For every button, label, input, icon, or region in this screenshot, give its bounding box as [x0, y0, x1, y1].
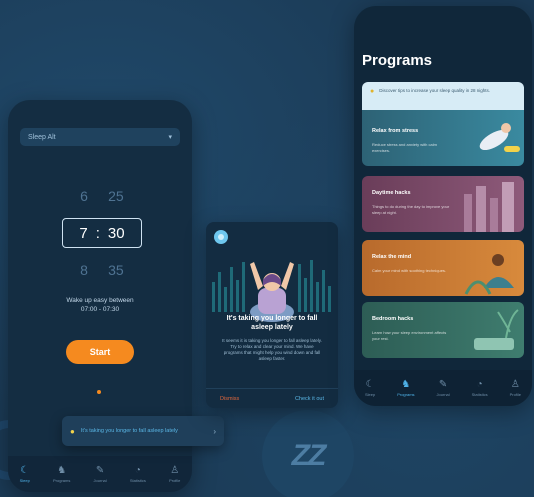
- time-separator: :: [95, 224, 100, 242]
- tab-statistics[interactable]: ◔ Statistics: [130, 464, 146, 483]
- runner-icon: ♞: [57, 464, 67, 476]
- tab-bar: ☾ Sleep ♞ Programs ✎ Journal ◔ Statistic…: [354, 370, 532, 406]
- minute-option[interactable]: 35: [102, 262, 130, 278]
- chevron-right-icon: ›: [213, 426, 216, 436]
- program-card-relax-the-mind[interactable]: Relax the mind Calm your mind with sooth…: [362, 240, 524, 296]
- program-desc: Reduce stress and anxiety with calm exer…: [372, 142, 437, 153]
- tab-journal[interactable]: ✎ Journal: [437, 378, 450, 397]
- journal-icon: ✎: [95, 464, 105, 476]
- insight-body: It seems it is taking you longer to fall…: [222, 338, 322, 361]
- tab-journal[interactable]: ✎ Journal: [94, 464, 107, 483]
- tab-statistics[interactable]: ◔ Statistics: [472, 378, 488, 397]
- time-row-below: 8 35: [8, 262, 192, 278]
- wake-window-text: Wake up easy between 07:00 - 07:30: [8, 296, 192, 314]
- program-title: Relax from stress: [372, 128, 419, 134]
- insight-title: It's taking you longer to fall asleep la…: [226, 315, 318, 331]
- program-card-bedroom-hacks[interactable]: Bedroom hacks Learn how your sleep envir…: [362, 302, 524, 358]
- program-title: Daytime hacks: [372, 190, 411, 196]
- sleep-insight-card: It's taking you longer to fall asleep la…: [206, 222, 338, 408]
- program-title: Bedroom hacks: [372, 316, 414, 322]
- dismiss-button[interactable]: Dismiss: [220, 396, 239, 402]
- tab-sleep[interactable]: ☾ Sleep: [365, 378, 375, 397]
- tab-sleep[interactable]: ☾ Sleep: [20, 464, 30, 483]
- programs-info-banner: ● Discover tips to increase your sleep q…: [362, 82, 524, 110]
- lightbulb-icon: ●: [70, 426, 75, 436]
- tab-programs[interactable]: ♞ Programs: [53, 464, 70, 483]
- minute-option[interactable]: 25: [102, 188, 130, 204]
- chart-icon: ◔: [476, 378, 483, 390]
- sleep-mode-select[interactable]: Sleep Alt ▾: [20, 128, 180, 146]
- bedroom-plant-illustration: [474, 309, 519, 350]
- notification-badge-icon: [214, 230, 228, 244]
- time-picker-selected[interactable]: 7 : 30: [62, 218, 142, 248]
- tab-profile[interactable]: ♙ Profile: [169, 464, 180, 483]
- chevron-down-icon: ▾: [168, 134, 172, 141]
- start-button[interactable]: Start: [66, 340, 134, 364]
- runner-icon: ♞: [401, 378, 411, 390]
- hour-option[interactable]: 8: [70, 262, 98, 278]
- profile-icon: ♙: [510, 378, 520, 390]
- check-it-out-button[interactable]: Check it out: [295, 396, 324, 402]
- program-desc: Things to do during the day to improve y…: [372, 204, 450, 215]
- page-indicator-dot: [97, 390, 101, 394]
- wake-window-label: Wake up easy between: [66, 297, 134, 304]
- person-floating-illustration: [479, 123, 520, 152]
- sleep-zzz-icon: ZZ: [262, 410, 354, 497]
- program-title: Relax the mind: [372, 254, 412, 260]
- chart-icon: ◔: [134, 464, 141, 476]
- sleep-mode-value: Sleep Alt: [28, 133, 56, 141]
- insight-actions: Dismiss Check it out: [206, 388, 338, 408]
- wake-window-range: 07:00 - 07:30: [80, 306, 120, 313]
- tab-bar: ☾ Sleep ♞ Programs ✎ Journal ◔ Statistic…: [8, 456, 192, 492]
- moon-icon: ☾: [365, 378, 375, 390]
- program-desc: Calm your mind with soothing techniques.: [372, 268, 447, 273]
- program-desc: Learn how your sleep environment affects…: [372, 330, 447, 341]
- sleep-tip-text: It's taking you longer to fall asleep la…: [80, 427, 178, 434]
- sleep-tip-banner[interactable]: ● It's taking you longer to fall asleep …: [62, 416, 224, 446]
- time-row-above: 6 25: [8, 188, 192, 204]
- tab-profile[interactable]: ♙ Profile: [510, 378, 521, 397]
- program-card-relax-from-stress[interactable]: Relax from stress Reduce stress and anxi…: [362, 110, 524, 166]
- hour-value: 7: [79, 224, 88, 242]
- tab-programs[interactable]: ♞ Programs: [397, 378, 414, 397]
- city-skyline-illustration: [464, 182, 514, 232]
- journal-icon: ✎: [438, 378, 448, 390]
- program-card-daytime-hacks[interactable]: Daytime hacks Things to do during the da…: [362, 176, 524, 232]
- moon-icon: ☾: [20, 464, 30, 476]
- lightbulb-icon: ●: [370, 88, 375, 95]
- page-title: Programs: [362, 52, 433, 69]
- profile-icon: ♙: [170, 464, 180, 476]
- person-relaxing-illustration: [464, 254, 514, 295]
- sleepless-person-illustration: [212, 260, 331, 322]
- minute-value: 30: [107, 224, 125, 242]
- programs-screen: Programs ● Discover tips to increase you…: [354, 6, 532, 406]
- programs-info-text: Discover tips to increase your sleep qua…: [379, 88, 491, 93]
- hour-option[interactable]: 6: [70, 188, 98, 204]
